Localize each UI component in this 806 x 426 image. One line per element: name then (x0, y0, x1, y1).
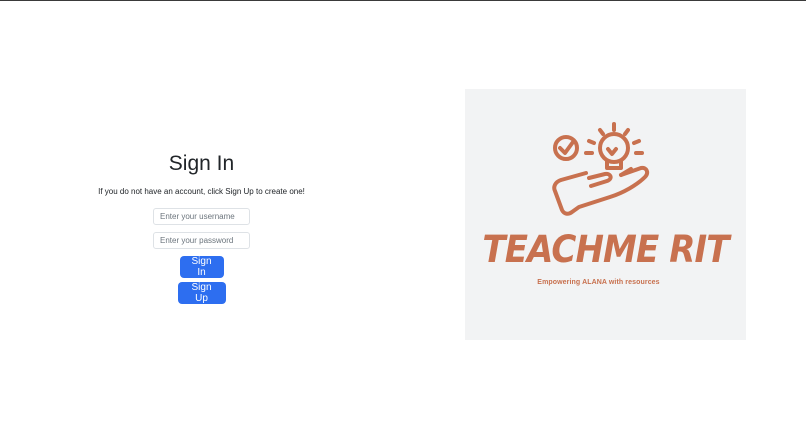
password-input[interactable] (153, 232, 250, 249)
signin-page: Sign In If you do not have an account, c… (0, 0, 806, 426)
brand-name: TEACHME RIT (482, 228, 729, 271)
brand-logo: TEACHME RIT Empowering ALANA with resour… (465, 89, 746, 340)
signup-button[interactable]: Sign Up (177, 282, 226, 304)
brand-tagline: Empowering ALANA with resources (537, 279, 660, 286)
username-input[interactable] (153, 208, 250, 225)
hand-lightbulb-checkmark-icon (552, 122, 650, 216)
signin-form: Sign In If you do not have an account, c… (0, 150, 403, 304)
signup-hint-text: If you do not have an account, click Sig… (98, 187, 305, 196)
top-divider (0, 0, 806, 1)
page-title: Sign In (168, 152, 235, 175)
signin-button[interactable]: Sign In (179, 256, 224, 278)
